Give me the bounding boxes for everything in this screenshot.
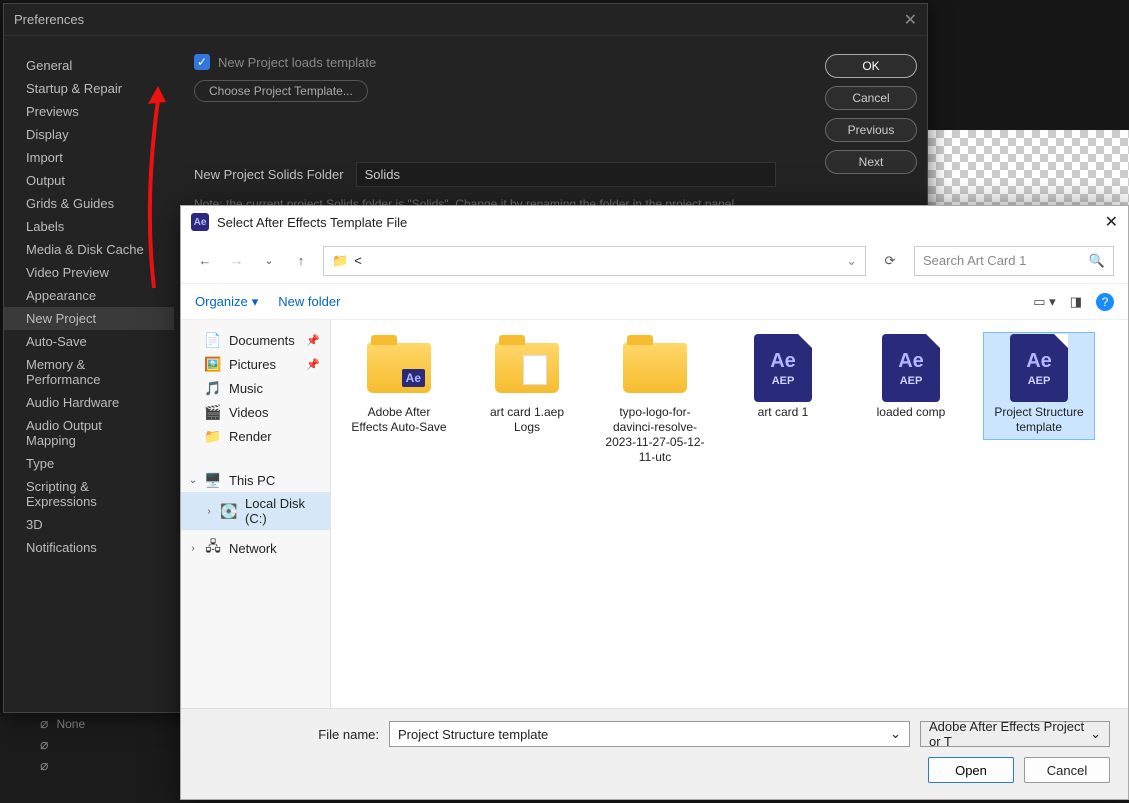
- network-item[interactable]: › 🖧 Network: [181, 536, 330, 560]
- view-mode-icon[interactable]: ▭ ▾: [1033, 294, 1055, 310]
- chevron-down-icon[interactable]: ⌄: [890, 726, 901, 742]
- file-open-dialog: Ae Select After Effects Template File ✕ …: [180, 205, 1129, 800]
- search-input[interactable]: Search Art Card 1 🔍: [914, 246, 1114, 276]
- close-icon[interactable]: ✕: [1105, 212, 1118, 232]
- disk-icon: 💽: [221, 503, 237, 519]
- network-icon: 🖧: [205, 540, 221, 556]
- chevron-right-icon[interactable]: ›: [203, 506, 215, 517]
- ae-app-icon: Ae: [191, 213, 209, 231]
- prefs-sidebar-item[interactable]: Type: [4, 452, 174, 475]
- prefs-sidebar-item[interactable]: Auto-Save: [4, 330, 174, 353]
- quick-access-item[interactable]: 🎬Videos: [181, 400, 330, 424]
- file-item[interactable]: AeAEPart card 1: [727, 332, 839, 425]
- nav-forward-icon[interactable]: →: [227, 253, 247, 268]
- file-label: Adobe After Effects Auto-Save: [348, 405, 450, 435]
- folder-icon: 📁: [205, 428, 221, 444]
- prefs-sidebar-item[interactable]: Audio Hardware: [4, 391, 174, 414]
- prefs-sidebar-item[interactable]: Scripting & Expressions: [4, 475, 174, 513]
- cancel-button[interactable]: Cancel: [1024, 757, 1110, 783]
- file-item[interactable]: AeAEPProject Structure template: [983, 332, 1095, 440]
- preferences-title: Preferences: [14, 12, 84, 27]
- quick-access-item[interactable]: 🎵Music: [181, 376, 330, 400]
- preferences-sidebar: GeneralStartup & RepairPreviewsDisplayIm…: [4, 36, 174, 712]
- chevron-right-icon[interactable]: ›: [187, 543, 199, 554]
- prefs-sidebar-item[interactable]: Memory & Performance: [4, 353, 174, 391]
- pin-icon: 📌: [306, 334, 320, 347]
- solids-folder-label: New Project Solids Folder: [194, 167, 344, 182]
- prefs-sidebar-item[interactable]: Labels: [4, 215, 174, 238]
- file-item[interactable]: Adobe After Effects Auto-Save: [343, 332, 455, 440]
- refresh-icon[interactable]: ⟳: [878, 253, 902, 269]
- chevron-down-icon[interactable]: ⌄: [846, 253, 857, 269]
- address-bar[interactable]: 📁 < ⌄: [323, 246, 866, 276]
- organize-menu[interactable]: Organize▾: [195, 294, 258, 310]
- file-item[interactable]: typo-logo-for-davinci-resolve-2023-11-27…: [599, 332, 711, 470]
- close-icon[interactable]: ✕: [904, 10, 917, 30]
- file-label: art card 1.aep Logs: [476, 405, 578, 435]
- prefs-sidebar-item[interactable]: Video Preview: [4, 261, 174, 284]
- quick-access-item[interactable]: 📄Documents📌: [181, 328, 330, 352]
- prefs-sidebar-item[interactable]: Output: [4, 169, 174, 192]
- file-dialog-title: Select After Effects Template File: [217, 215, 407, 230]
- prefs-sidebar-item[interactable]: Audio Output Mapping: [4, 414, 174, 452]
- loads-template-checkbox[interactable]: ✓: [194, 54, 210, 70]
- file-item[interactable]: art card 1.aep Logs: [471, 332, 583, 440]
- previous-button[interactable]: Previous: [825, 118, 917, 142]
- prefs-sidebar-item[interactable]: General: [4, 54, 174, 77]
- path-text: <: [354, 253, 362, 268]
- search-icon: 🔍: [1089, 253, 1105, 269]
- prefs-sidebar-item[interactable]: Previews: [4, 100, 174, 123]
- ok-button[interactable]: OK: [825, 54, 917, 78]
- prefs-sidebar-item[interactable]: New Project: [4, 307, 174, 330]
- help-icon[interactable]: ?: [1096, 293, 1114, 311]
- video-icon: 🎬: [205, 404, 221, 420]
- cancel-button[interactable]: Cancel: [825, 86, 917, 110]
- file-label: typo-logo-for-davinci-resolve-2023-11-27…: [604, 405, 706, 465]
- prefs-sidebar-item[interactable]: Notifications: [4, 536, 174, 559]
- nav-back-icon[interactable]: ←: [195, 253, 215, 268]
- prefs-sidebar-item[interactable]: Appearance: [4, 284, 174, 307]
- file-list: Adobe After Effects Auto-Save art card 1.…: [331, 320, 1128, 708]
- music-icon: 🎵: [205, 380, 221, 396]
- this-pc-item[interactable]: ⌄ 🖥️ This PC: [181, 468, 330, 492]
- loads-template-label: New Project loads template: [218, 55, 376, 70]
- prefs-sidebar-item[interactable]: Grids & Guides: [4, 192, 174, 215]
- pin-icon: 📌: [306, 358, 320, 371]
- filename-label: File name:: [199, 727, 379, 742]
- doc-icon: 📄: [205, 332, 221, 348]
- computer-icon: 🖥️: [205, 472, 221, 488]
- prefs-sidebar-item[interactable]: Startup & Repair: [4, 77, 174, 100]
- choose-project-template-button[interactable]: Choose Project Template...: [194, 80, 368, 102]
- local-disk-item[interactable]: › 💽 Local Disk (C:): [181, 492, 330, 530]
- prefs-sidebar-item[interactable]: 3D: [4, 513, 174, 536]
- file-type-filter[interactable]: Adobe After Effects Project or T ⌄: [920, 721, 1110, 747]
- filename-input[interactable]: Project Structure template ⌄: [389, 721, 910, 747]
- chevron-down-icon[interactable]: ⌄: [1090, 726, 1101, 742]
- quick-access-item[interactable]: 🖼️Pictures📌: [181, 352, 330, 376]
- file-label: Project Structure template: [988, 405, 1090, 435]
- quick-access-item[interactable]: 📁Render: [181, 424, 330, 448]
- nav-recent-icon[interactable]: ⌄: [259, 254, 279, 267]
- prefs-sidebar-item[interactable]: Media & Disk Cache: [4, 238, 174, 261]
- file-item[interactable]: AeAEPloaded comp: [855, 332, 967, 425]
- nav-up-icon[interactable]: ↑: [291, 253, 311, 268]
- folder-icon: 📁: [332, 253, 348, 269]
- prefs-sidebar-item[interactable]: Display: [4, 123, 174, 146]
- preview-pane-icon[interactable]: ◨: [1070, 294, 1082, 310]
- new-folder-button[interactable]: New folder: [278, 294, 340, 310]
- open-button[interactable]: Open: [928, 757, 1014, 783]
- pic-icon: 🖼️: [205, 356, 221, 372]
- chevron-down-icon[interactable]: ⌄: [187, 475, 199, 486]
- file-label: art card 1: [758, 405, 809, 420]
- prefs-sidebar-item[interactable]: Import: [4, 146, 174, 169]
- solids-folder-input[interactable]: [356, 162, 776, 187]
- file-label: loaded comp: [877, 405, 946, 420]
- file-dialog-sidebar: 📄Documents📌🖼️Pictures📌🎵Music🎬Videos📁Rend…: [181, 320, 331, 708]
- next-button[interactable]: Next: [825, 150, 917, 174]
